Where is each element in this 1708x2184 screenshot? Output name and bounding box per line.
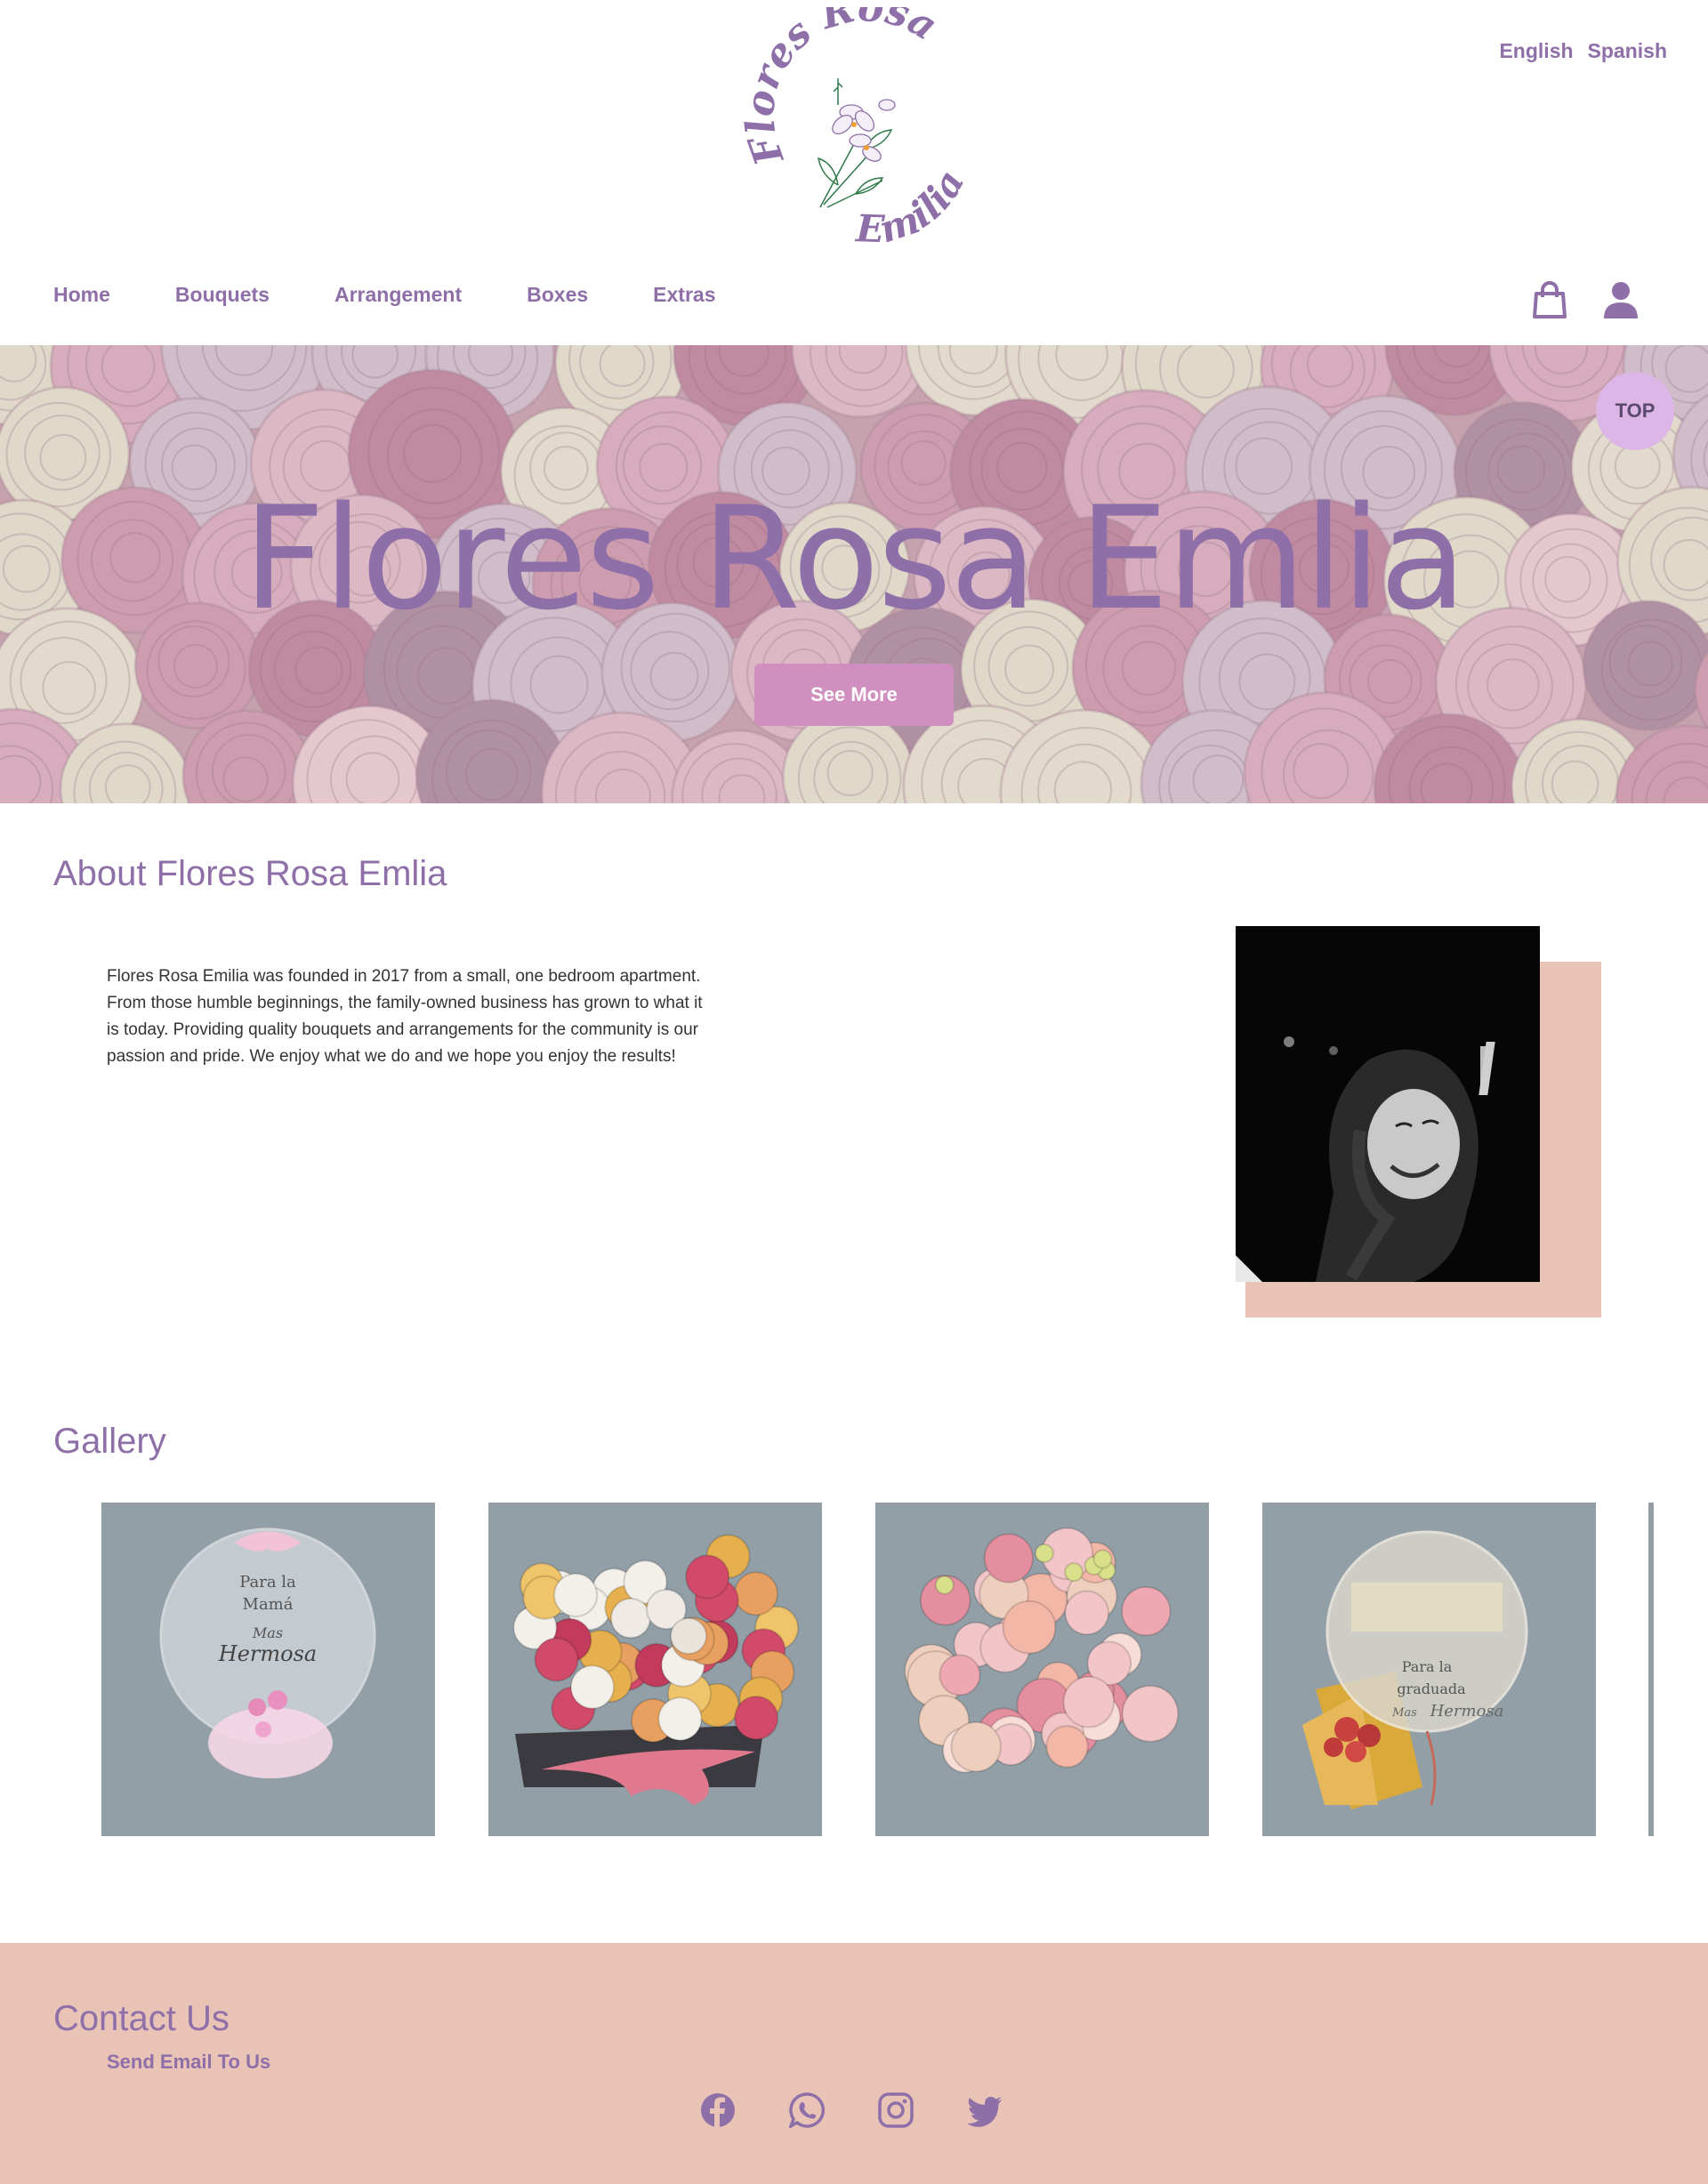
founder-photo (1236, 926, 1540, 1282)
gallery-item[interactable]: Para la Mamá Mas Hermosa (101, 1503, 435, 1836)
gallery-item[interactable] (488, 1503, 822, 1836)
gallery-next-item-edge (1648, 1503, 1654, 1836)
gallery-item[interactable]: Para la graduada Mas Hermosa (1262, 1503, 1596, 1836)
logo[interactable]: Flores Rosa Emilia (731, 0, 980, 256)
shopping-bag-icon[interactable] (1532, 281, 1567, 318)
social-links (700, 2092, 1003, 2130)
flower-bud (1092, 1549, 1113, 1569)
balloon-text: Para la (1402, 1658, 1453, 1675)
lang-spanish-link[interactable]: Spanish (1588, 39, 1667, 63)
flower (1002, 1600, 1057, 1655)
see-more-button[interactable]: See More (754, 664, 954, 726)
flower (1045, 1725, 1089, 1769)
logo-text-top: Flores Rosa (737, 0, 945, 173)
rose (534, 1637, 579, 1682)
nav-boxes[interactable]: Boxes (527, 283, 588, 307)
svg-text:Emilia: Emilia (855, 163, 973, 251)
flower (939, 1654, 981, 1696)
flower (1062, 1675, 1116, 1729)
balloon-text: Hermosa (1430, 1702, 1504, 1721)
rose (685, 1554, 730, 1600)
logo-text-bottom: Emilia (855, 163, 973, 251)
svg-text:Flores Rosa: Flores Rosa (737, 7, 945, 173)
rose (553, 1572, 599, 1617)
facebook-icon[interactable] (700, 2092, 736, 2128)
twitter-icon[interactable] (967, 2092, 1003, 2128)
flower (1121, 1585, 1172, 1637)
flower (1064, 1590, 1109, 1636)
lang-english-link[interactable]: English (1499, 39, 1573, 63)
nav-icons (1532, 281, 1639, 318)
nav-arrangement[interactable]: Arrangement (334, 283, 462, 307)
whatsapp-icon[interactable] (787, 2092, 826, 2130)
balloon-text: Mas (1391, 1706, 1417, 1720)
balloon-text: Mas (252, 1624, 283, 1641)
send-email-link[interactable]: Send Email To Us (107, 2051, 270, 2074)
balloon-text: Hermosa (218, 1641, 317, 1666)
rose (569, 1664, 615, 1710)
user-icon[interactable] (1603, 281, 1639, 318)
flower-bud (934, 1575, 955, 1595)
hero-title: Flores Rosa Emlia (243, 475, 1466, 641)
rose (733, 1571, 778, 1616)
gallery-title: Gallery (53, 1422, 166, 1461)
rose (670, 1617, 707, 1655)
instagram-icon[interactable] (878, 2092, 914, 2128)
flower-bud (1034, 1543, 1054, 1563)
balloon-text: Para la (239, 1573, 296, 1592)
flower-bud (1064, 1562, 1084, 1583)
rose (657, 1696, 703, 1742)
main-nav: Home Bouquets Arrangement Boxes Extras (53, 283, 716, 307)
rose (610, 1598, 651, 1639)
flower (983, 1533, 1034, 1584)
contact-title: Contact Us (53, 1999, 230, 2038)
gallery-item[interactable] (875, 1503, 1209, 1836)
flower (1121, 1685, 1180, 1743)
balloon-text: graduada (1397, 1680, 1466, 1697)
nav-home[interactable]: Home (53, 283, 110, 307)
back-to-top-button[interactable]: TOP (1596, 372, 1674, 450)
about-title: About Flores Rosa Emlia (53, 854, 447, 893)
balloon-text: Mamá (243, 1595, 294, 1614)
rose (734, 1696, 779, 1741)
nav-bouquets[interactable]: Bouquets (175, 283, 270, 307)
language-switcher: English Spanish (1499, 39, 1667, 63)
about-text: Flores Rosa Emilia was founded in 2017 f… (107, 967, 703, 1066)
gallery-carousel: Para la Mamá Mas Hermosa Para la graduad… (101, 1503, 1596, 1836)
flower (950, 1721, 1002, 1773)
nav-extras[interactable]: Extras (653, 283, 715, 307)
